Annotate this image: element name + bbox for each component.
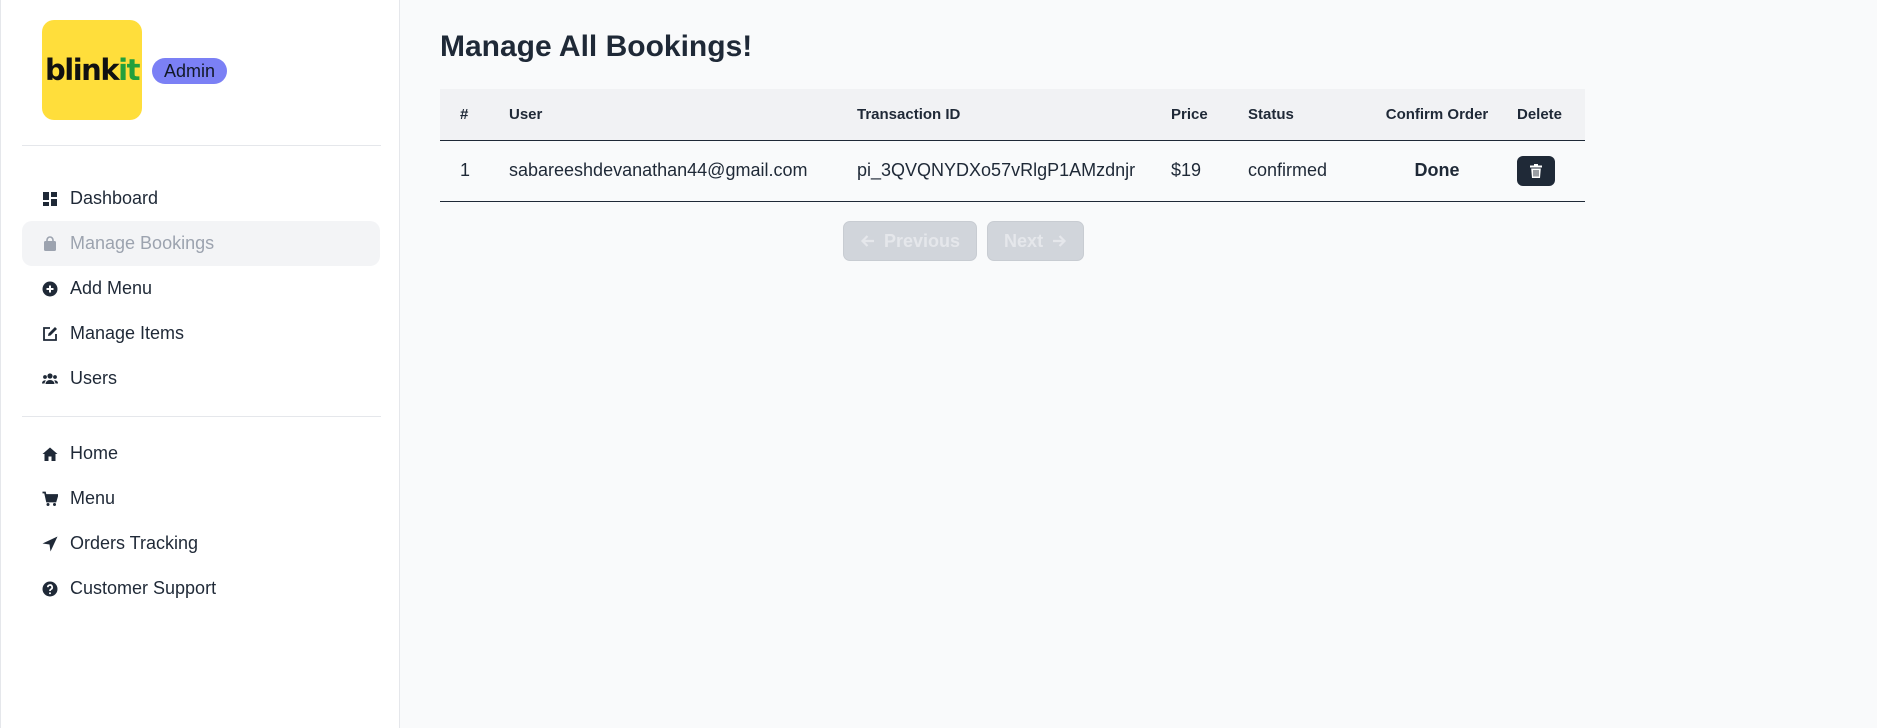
arrow-left-icon <box>860 233 884 249</box>
admin-nav: Dashboard Manage Bookings Add Menu Manag… <box>22 176 380 401</box>
next-page-button[interactable]: Next <box>987 221 1085 261</box>
logo-text-main: blink <box>45 53 120 87</box>
blinkit-logo[interactable]: blinkit <box>42 20 142 120</box>
nav-label: Users <box>70 368 118 388</box>
cart-icon <box>42 491 58 507</box>
location-arrow-icon <box>42 536 58 552</box>
nav-item-orders-tracking[interactable]: Orders Tracking <box>22 521 380 566</box>
table-row: 1 sabareeshdevanathan44@gmail.com pi_3QV… <box>440 140 1585 202</box>
col-header-status: Status <box>1240 89 1365 141</box>
dashboard-icon <box>42 191 58 207</box>
nav-item-menu[interactable]: Menu <box>22 476 380 521</box>
nav-item-add-menu[interactable]: Add Menu <box>22 266 380 311</box>
cell-status: confirmed <box>1240 140 1365 202</box>
cell-number: 1 <box>440 140 501 202</box>
cell-confirm-order: Done <box>1365 140 1509 202</box>
shopping-bag-icon <box>42 235 58 252</box>
col-header-user: User <box>501 89 849 141</box>
nav-label: Dashboard <box>70 188 159 208</box>
trash-icon <box>1529 163 1543 178</box>
col-header-transaction-id: Transaction ID <box>849 89 1163 141</box>
logo-text-accent: it <box>118 53 140 87</box>
bookings-table: # User Transaction ID Price Status Confi… <box>440 89 1585 202</box>
nav-item-manage-items[interactable]: Manage Items <box>22 311 380 356</box>
nav-label: Manage Bookings <box>70 233 215 253</box>
nav-label: Add Menu <box>70 278 153 298</box>
main-content: Manage All Bookings! # User Transaction … <box>440 0 1860 728</box>
nav-label: Orders Tracking <box>70 533 199 553</box>
col-header-delete: Delete <box>1509 89 1585 141</box>
next-label: Next <box>1004 230 1044 251</box>
nav-item-home[interactable]: Home <box>22 431 380 476</box>
cell-transaction-id: pi_3QVQNYDXo57vRlgP1AMzdnjr <box>849 140 1163 202</box>
cell-user-email: sabareeshdevanathan44@gmail.com <box>501 140 849 202</box>
cell-delete <box>1509 140 1585 202</box>
previous-label: Previous <box>884 230 961 251</box>
col-header-number: # <box>440 89 501 141</box>
nav-item-customer-support[interactable]: Customer Support <box>22 566 380 611</box>
edit-icon <box>42 326 58 342</box>
home-icon <box>42 446 58 462</box>
delete-booking-button[interactable] <box>1517 155 1555 186</box>
brand: blinkit Admin <box>42 20 362 120</box>
nav-item-dashboard[interactable]: Dashboard <box>22 176 380 221</box>
col-header-confirm-order: Confirm Order <box>1365 89 1509 141</box>
pagination: Previous Next <box>843 221 1085 261</box>
cell-price: $19 <box>1163 140 1240 202</box>
sidebar-divider <box>22 416 381 417</box>
page-title: Manage All Bookings! <box>440 30 753 63</box>
nav-item-users[interactable]: Users <box>22 356 380 401</box>
confirm-order-done: Done <box>1414 160 1460 180</box>
col-header-price: Price <box>1163 89 1240 141</box>
nav-label: Customer Support <box>70 578 217 598</box>
nav-label: Home <box>70 443 119 463</box>
users-icon <box>42 371 58 387</box>
arrow-right-icon <box>1043 233 1067 249</box>
question-circle-icon <box>42 581 58 597</box>
sidebar-divider <box>22 145 381 146</box>
previous-page-button[interactable]: Previous <box>843 221 978 261</box>
nav-item-manage-bookings[interactable]: Manage Bookings <box>22 221 380 266</box>
nav-label: Manage Items <box>70 323 185 343</box>
nav-label: Menu <box>70 488 116 508</box>
admin-badge: Admin <box>152 58 228 84</box>
sidebar: blinkit Admin Dashboard Manage Bookings … <box>0 0 400 728</box>
site-nav: Home Menu Orders Tracking Customer Suppo… <box>22 431 380 611</box>
plus-circle-icon <box>42 281 58 297</box>
table-header-row: # User Transaction ID Price Status Confi… <box>440 89 1585 141</box>
